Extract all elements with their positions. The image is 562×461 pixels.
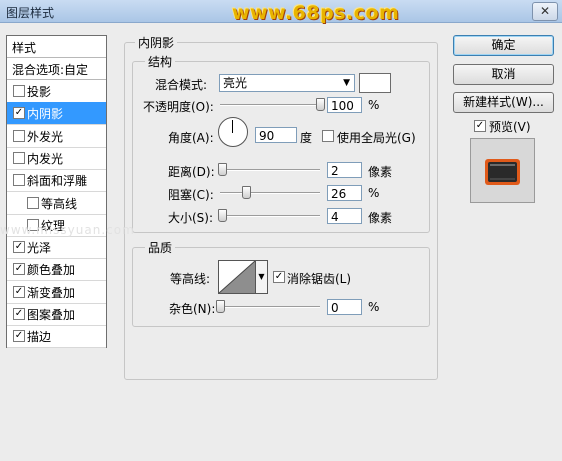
style-item-label: 图案叠加 xyxy=(27,308,76,322)
opacity-unit: % xyxy=(368,98,380,112)
style-item-label: 内发光 xyxy=(27,151,64,166)
antialias-label: 消除锯齿(L) xyxy=(287,272,352,286)
style-item-checkbox[interactable] xyxy=(13,174,25,187)
size-slider-thumb[interactable] xyxy=(218,209,227,222)
style-item-label: 颜色叠加 xyxy=(27,263,76,278)
distance-label: 距离(D): xyxy=(168,165,215,179)
style-item-label: 渐变叠加 xyxy=(27,285,76,300)
opacity-input[interactable]: 100 xyxy=(327,97,362,113)
style-item-label: 光泽 xyxy=(27,241,52,256)
style-item-checkbox[interactable] xyxy=(13,151,25,164)
opacity-slider-track xyxy=(220,104,320,106)
style-item-checkbox[interactable]: ✓ xyxy=(13,330,25,343)
distance-slider-track xyxy=(220,169,320,171)
choke-slider-track xyxy=(220,192,320,194)
distance-slider-thumb[interactable] xyxy=(218,163,227,176)
opacity-label: 不透明度(O): xyxy=(143,100,214,114)
noise-label: 杂色(N): xyxy=(169,302,216,316)
faint-watermark: www.missyuan.com xyxy=(0,223,135,237)
antialias-checkbox[interactable]: ✓ xyxy=(273,271,285,283)
style-item-checkbox[interactable]: ✓ xyxy=(13,241,25,254)
style-item[interactable]: ✓ 图案叠加 xyxy=(7,303,106,326)
preview-checkbox[interactable]: ✓ xyxy=(474,120,486,132)
blend-color-swatch[interactable] xyxy=(359,73,391,93)
style-list-header-label: 样式 xyxy=(12,41,37,55)
noise-unit: % xyxy=(368,300,380,314)
style-item-label: 描边 xyxy=(27,330,52,345)
preview-label: 预览(V) xyxy=(489,120,531,134)
noise-input[interactable]: 0 xyxy=(327,299,362,315)
quality-title: 品质 xyxy=(145,239,176,256)
angle-label: 角度(A): xyxy=(168,131,214,145)
blend-mode-label: 混合模式: xyxy=(155,78,208,92)
contour-dropdown-arrow-icon[interactable]: ▼ xyxy=(255,260,268,294)
style-item[interactable]: 内发光 xyxy=(7,147,106,170)
style-item-checkbox[interactable]: ✓ xyxy=(13,263,25,276)
size-unit: 像素 xyxy=(368,211,393,225)
style-item[interactable]: ✓ 光泽 xyxy=(7,236,106,260)
contour-picker[interactable] xyxy=(218,260,256,294)
distance-unit: 像素 xyxy=(368,165,393,179)
style-item-checkbox[interactable] xyxy=(27,196,39,209)
choke-unit: % xyxy=(368,186,380,200)
style-item[interactable]: 外发光 xyxy=(7,125,106,148)
angle-dial[interactable] xyxy=(218,117,248,147)
style-list: 样式 混合选项:自定 投影 ✓ 内阴影 外发光 内发光 斜面和浮雕 等高线 纹理 ✓ 光泽 ✓ 颜色叠… xyxy=(6,35,107,349)
window-title: 图层样式 xyxy=(6,6,55,20)
style-preview-thumbnail xyxy=(470,138,535,203)
watermark-logo: www.68ps.com xyxy=(232,2,400,24)
choke-slider-thumb[interactable] xyxy=(242,186,251,199)
size-input[interactable]: 4 xyxy=(327,208,362,224)
global-light-checkbox[interactable] xyxy=(322,130,334,142)
angle-input[interactable]: 90 xyxy=(255,127,297,143)
opacity-slider-thumb[interactable] xyxy=(316,98,325,111)
contour-curve-icon xyxy=(218,260,256,294)
blend-mode-select[interactable]: 亮光 ▼ xyxy=(219,74,355,92)
chevron-down-icon: ▼ xyxy=(343,78,350,88)
choke-input[interactable]: 26 xyxy=(327,185,362,201)
global-light-label: 使用全局光(G) xyxy=(337,131,416,145)
blend-options-label: 混合选项:自定 xyxy=(12,63,89,77)
style-item-checkbox[interactable] xyxy=(13,129,25,142)
style-item-label: 内阴影 xyxy=(27,107,64,122)
blend-options-item[interactable]: 混合选项:自定 xyxy=(7,58,106,80)
angle-unit: 度 xyxy=(300,131,313,145)
style-item-label: 投影 xyxy=(27,85,52,99)
inner-shadow-title: 内阴影 xyxy=(135,34,178,51)
choke-label: 阻塞(C): xyxy=(168,188,214,202)
style-list-header[interactable]: 样式 xyxy=(7,36,106,58)
style-item[interactable]: 投影 xyxy=(7,80,106,103)
style-item-label: 外发光 xyxy=(27,129,64,144)
close-button[interactable]: ✕ xyxy=(532,2,558,21)
style-item[interactable]: ✓ 内阴影 xyxy=(7,102,106,126)
style-item-label: 等高线 xyxy=(41,196,78,211)
style-item-checkbox[interactable]: ✓ xyxy=(13,285,25,298)
preview-swatch-image xyxy=(485,159,520,185)
new-style-button[interactable]: 新建样式(W)... xyxy=(453,92,554,113)
cancel-button[interactable]: 取消 xyxy=(453,64,554,85)
size-slider-track xyxy=(220,215,320,217)
contour-label: 等高线: xyxy=(170,272,211,286)
style-item[interactable]: 等高线 xyxy=(7,192,106,215)
style-item[interactable]: ✓ 描边 xyxy=(7,325,106,349)
style-item-label: 斜面和浮雕 xyxy=(27,174,88,189)
blend-mode-value: 亮光 xyxy=(223,76,248,90)
style-item[interactable]: 斜面和浮雕 xyxy=(7,169,106,193)
distance-input[interactable]: 2 xyxy=(327,162,362,178)
style-item[interactable]: ✓ 渐变叠加 xyxy=(7,281,106,304)
style-item-checkbox[interactable]: ✓ xyxy=(13,107,25,120)
style-item-checkbox[interactable]: ✓ xyxy=(13,308,25,320)
ok-button[interactable]: 确定 xyxy=(453,35,554,56)
angle-dial-needle xyxy=(232,120,233,133)
noise-slider-track xyxy=(220,306,320,308)
noise-slider-thumb[interactable] xyxy=(216,300,225,313)
structure-title: 结构 xyxy=(145,53,176,70)
style-item-checkbox[interactable] xyxy=(13,85,25,97)
style-item[interactable]: ✓ 颜色叠加 xyxy=(7,258,106,282)
